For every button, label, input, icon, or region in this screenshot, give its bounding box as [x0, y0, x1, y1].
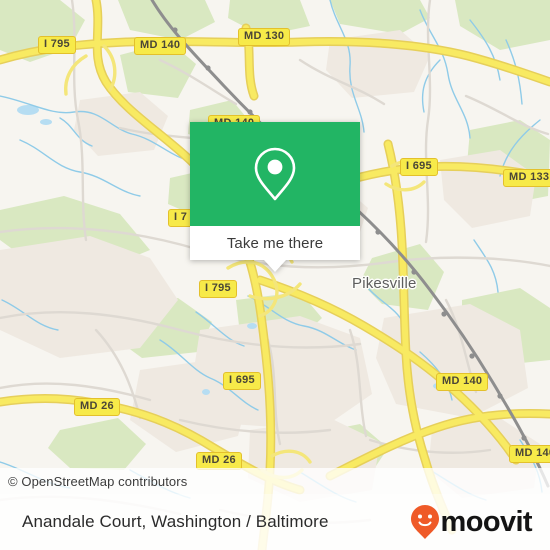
- location-callout-card[interactable]: Take me there: [190, 122, 360, 272]
- road-shield: MD 140: [134, 37, 187, 55]
- location-title: Anandale Court, Washington / Baltimore: [22, 512, 329, 531]
- road-shield: MD 133: [503, 169, 550, 187]
- map-pin-icon: [254, 147, 296, 201]
- moovit-wordmark: moovit: [440, 505, 533, 538]
- road-shield: I 695: [400, 158, 438, 176]
- road-shield: MD 130: [238, 28, 291, 46]
- take-me-there-button[interactable]: Take me there: [190, 226, 360, 260]
- moovit-pin-icon: [410, 505, 439, 539]
- road-shield: MD 26: [74, 398, 120, 416]
- callout-icon-panel: [190, 122, 360, 226]
- road-shield: I 695: [223, 372, 261, 390]
- map-screen: Pikesville I 795 MD 140 MD 130 MD 140 I …: [0, 0, 550, 550]
- callout-pointer-tail: [264, 260, 286, 272]
- footer-bar: Anandale Court, Washington / Baltimore m…: [0, 494, 550, 550]
- road-shield: I 795: [38, 36, 76, 54]
- road-shield: I 795: [199, 280, 237, 298]
- road-shield: MD 140: [436, 373, 489, 391]
- map-attribution-bar: © OpenStreetMap contributors: [0, 468, 550, 494]
- road-shield: MD 140: [509, 445, 550, 463]
- attribution-text[interactable]: © OpenStreetMap contributors: [8, 474, 187, 489]
- place-label-pikesville: Pikesville: [352, 275, 417, 292]
- moovit-logo[interactable]: moovit: [410, 504, 533, 540]
